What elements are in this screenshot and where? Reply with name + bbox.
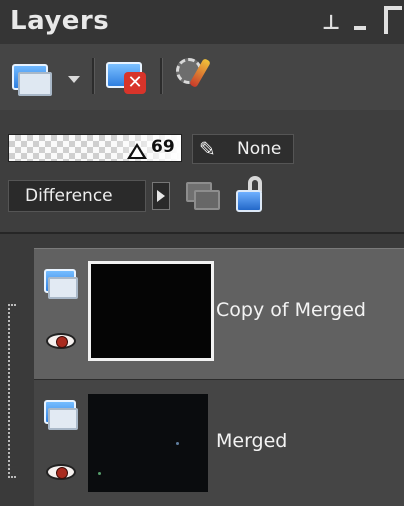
- panel-title: Layers: [10, 6, 110, 36]
- layer-row-copy-of-merged[interactable]: Copy of Merged: [34, 248, 404, 380]
- brush-link-label: None: [237, 139, 282, 159]
- layer-list: Copy of Merged Merged: [0, 232, 404, 506]
- layer-row-merged[interactable]: Merged: [34, 380, 404, 506]
- opacity-value[interactable]: 69: [151, 137, 175, 157]
- layer-name: Copy of Merged: [216, 299, 366, 321]
- blend-mode-arrow-button[interactable]: [152, 182, 170, 210]
- brush-link-button[interactable]: ✎ None: [192, 134, 294, 164]
- new-layer-icon: [12, 64, 52, 96]
- lock-icon[interactable]: [234, 176, 270, 212]
- group-layers-icon[interactable]: [186, 182, 220, 210]
- blend-mode-dropdown[interactable]: Difference: [8, 180, 146, 212]
- blend-mode-row: Difference: [0, 174, 404, 232]
- opacity-slider[interactable]: 69: [8, 134, 182, 162]
- pin-icon[interactable]: ⊥: [322, 10, 340, 34]
- blend-mode-label: Difference: [25, 186, 113, 206]
- opacity-slider-thumb[interactable]: [127, 143, 147, 159]
- visibility-eye-icon[interactable]: [46, 464, 76, 480]
- minimize-icon[interactable]: [354, 26, 366, 30]
- close-icon[interactable]: [384, 6, 402, 34]
- visibility-eye-icon[interactable]: [46, 333, 76, 349]
- layers-panel: Layers ⊥ ✕ 69 ✎ None Difference Copy of …: [0, 0, 404, 506]
- layers-toolbar: ✕: [0, 44, 404, 110]
- mask-button[interactable]: [172, 54, 220, 98]
- layer-type-icon: [44, 400, 78, 430]
- layer-thumbnail: [88, 394, 208, 492]
- toolbar-separator: [92, 58, 95, 94]
- opacity-row: 69 ✎ None: [0, 110, 404, 174]
- brush-stroke-icon: ✎: [199, 137, 216, 161]
- layer-type-icon: [44, 269, 78, 299]
- delete-icon: ✕: [124, 72, 146, 94]
- layer-name: Merged: [216, 430, 288, 452]
- panel-title-bar[interactable]: Layers ⊥: [0, 0, 404, 44]
- group-bracket: [8, 304, 16, 478]
- dropdown-arrow-icon[interactable]: [68, 76, 80, 83]
- layer-thumbnail: [88, 261, 214, 361]
- new-layer-button[interactable]: [8, 58, 88, 98]
- toolbar-separator: [160, 58, 163, 94]
- delete-layer-button[interactable]: ✕: [104, 58, 152, 98]
